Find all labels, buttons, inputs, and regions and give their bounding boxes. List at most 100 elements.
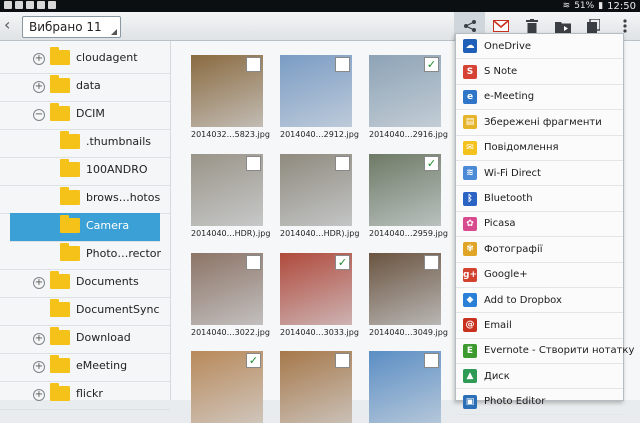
select-checkbox[interactable] bbox=[246, 57, 261, 72]
trash-icon bbox=[525, 19, 538, 33]
notification-icon bbox=[4, 1, 12, 9]
file-item[interactable]: ✓ 2014040…3033.jpg bbox=[280, 253, 359, 337]
notification-icon bbox=[48, 1, 56, 9]
share-menu-item[interactable]: ✿ Picasa bbox=[456, 212, 623, 238]
file-name: 2014040…HDR).jpg bbox=[280, 229, 360, 238]
file-item[interactable]: ✓ 2014040…2959.jpg bbox=[369, 154, 448, 238]
more-vertical-icon bbox=[622, 19, 627, 33]
select-checkbox[interactable] bbox=[246, 255, 261, 270]
photo-thumbnail[interactable] bbox=[369, 351, 441, 423]
photo-thumbnail[interactable] bbox=[369, 253, 441, 325]
select-checkbox[interactable] bbox=[335, 156, 350, 171]
select-checkbox[interactable] bbox=[335, 353, 350, 368]
share-menu-item[interactable]: ◆ Add to Dropbox bbox=[456, 288, 623, 314]
folder-row-data[interactable]: + data bbox=[0, 73, 170, 102]
select-checkbox[interactable] bbox=[424, 255, 439, 270]
share-menu-item[interactable]: ≋ Wi-Fi Direct bbox=[456, 161, 623, 187]
folder-tree: + cloudagent + data − DCIM .thumbnails 1… bbox=[0, 41, 171, 410]
collapse-icon[interactable]: − bbox=[33, 109, 45, 121]
share-menu-item[interactable]: ✾ Фотографії bbox=[456, 237, 623, 263]
photo-thumbnail[interactable] bbox=[191, 154, 263, 226]
share-menu-item[interactable]: E Evernote - Створити нотатку bbox=[456, 339, 634, 365]
share-menu-item[interactable]: ▲ Диск bbox=[456, 364, 623, 390]
folder-row-thumbnails[interactable]: .thumbnails bbox=[0, 129, 170, 158]
share-menu-item[interactable]: e e-Meeting bbox=[456, 85, 623, 111]
share-menu-item[interactable]: @ Email bbox=[456, 313, 623, 339]
photo-thumbnail[interactable] bbox=[280, 154, 352, 226]
share-menu-item[interactable]: ▤ Збережені фрагменти bbox=[456, 110, 623, 136]
share-menu-item[interactable]: ▣ Photo Editor bbox=[456, 389, 623, 415]
folder-label: cloudagent bbox=[76, 51, 138, 64]
folder-row-flickr[interactable]: + flickr bbox=[0, 381, 170, 410]
expand-icon[interactable]: + bbox=[33, 361, 45, 373]
back-arrow-icon[interactable]: ‹ bbox=[4, 17, 10, 33]
share-menu-label: Збережені фрагменти bbox=[484, 116, 602, 128]
select-checkbox[interactable] bbox=[424, 353, 439, 368]
dropdown-triangle-icon bbox=[110, 29, 117, 35]
select-checkbox[interactable]: ✓ bbox=[424, 156, 439, 171]
share-menu-label: Email bbox=[484, 319, 512, 331]
photo-thumbnail[interactable]: ✓ bbox=[191, 351, 263, 423]
folder-label: DocumentSync bbox=[76, 303, 160, 316]
google-plus-icon: g+ bbox=[463, 267, 477, 282]
folder-row-photo-director[interactable]: Photo…rector bbox=[0, 241, 170, 270]
selection-dropdown[interactable]: Вибрано 11 bbox=[22, 16, 121, 38]
file-item[interactable] bbox=[369, 351, 441, 423]
gmail-icon bbox=[492, 20, 509, 32]
file-item[interactable]: 2014040…3022.jpg bbox=[191, 253, 270, 337]
share-menu-label: Повідомлення bbox=[484, 142, 559, 154]
folder-row-emeeting[interactable]: + eMeeting bbox=[0, 353, 170, 382]
folder-row-cloudagent[interactable]: + cloudagent bbox=[0, 45, 170, 74]
share-menu-item[interactable]: S S Note bbox=[456, 59, 623, 85]
file-item[interactable]: 2014032…5823.jpg bbox=[191, 55, 270, 139]
evernote-icon: E bbox=[463, 343, 477, 358]
folder-row-100andro[interactable]: 100ANDRO bbox=[0, 157, 170, 186]
folder-row-download[interactable]: + Download bbox=[0, 325, 170, 354]
folder-icon bbox=[50, 383, 70, 401]
file-item[interactable]: 2014040…2912.jpg bbox=[280, 55, 359, 139]
folder-row-documentsync[interactable]: DocumentSync bbox=[0, 297, 170, 326]
photo-thumbnail[interactable]: ✓ bbox=[369, 55, 441, 127]
file-item[interactable]: ✓ 2014040…2916.jpg bbox=[369, 55, 448, 139]
file-item[interactable]: 2014040…HDR).jpg bbox=[191, 154, 270, 238]
share-menu-item[interactable]: g+ Google+ bbox=[456, 263, 623, 288]
photo-thumbnail[interactable] bbox=[191, 253, 263, 325]
expand-icon[interactable]: + bbox=[33, 277, 45, 289]
select-checkbox[interactable] bbox=[246, 156, 261, 171]
photo-thumbnail[interactable]: ✓ bbox=[280, 253, 352, 325]
folder-icon bbox=[50, 271, 70, 289]
folder-label: data bbox=[76, 79, 101, 92]
photo-thumbnail[interactable] bbox=[280, 351, 352, 423]
file-item[interactable]: 2014040…3049.jpg bbox=[369, 253, 448, 337]
folder-move-icon bbox=[554, 21, 571, 33]
expand-icon[interactable]: + bbox=[33, 389, 45, 401]
file-item[interactable]: ✓ bbox=[191, 351, 263, 423]
share-menu-item[interactable]: ☁ OneDrive bbox=[456, 34, 623, 60]
share-menu: ☁ OneDrive S S Note e e-Meeting ▤ Збережені фра… bbox=[455, 33, 634, 415]
file-item[interactable]: 2014040…HDR).jpg bbox=[280, 154, 360, 238]
folder-row-documents[interactable]: + Documents bbox=[0, 269, 170, 298]
expand-icon[interactable]: + bbox=[33, 333, 45, 345]
share-icon bbox=[463, 20, 476, 32]
file-item[interactable] bbox=[280, 351, 352, 423]
selection-count: Вибрано 11 bbox=[29, 20, 102, 34]
folder-label: 100ANDRO bbox=[86, 163, 148, 176]
dropbox-icon: ◆ bbox=[463, 293, 477, 308]
folder-row-browser-photos[interactable]: brows…hotos bbox=[0, 185, 170, 214]
photo-thumbnail[interactable]: ✓ bbox=[369, 154, 441, 226]
expand-icon[interactable]: + bbox=[33, 53, 45, 65]
share-menu-item[interactable]: ✉ Повідомлення bbox=[456, 136, 623, 161]
photo-thumbnail[interactable] bbox=[191, 55, 263, 127]
copy-icon bbox=[587, 19, 600, 33]
select-checkbox[interactable]: ✓ bbox=[335, 255, 350, 270]
share-menu-item[interactable]: ᛒ Bluetooth bbox=[456, 186, 623, 212]
photo-thumbnail[interactable] bbox=[280, 55, 352, 127]
folder-row-camera[interactable]: Camera bbox=[10, 213, 160, 242]
expand-icon[interactable]: + bbox=[33, 81, 45, 93]
folder-icon bbox=[60, 131, 80, 149]
select-checkbox[interactable] bbox=[335, 57, 350, 72]
folder-label: brows…hotos bbox=[86, 191, 161, 204]
select-checkbox[interactable]: ✓ bbox=[424, 57, 439, 72]
folder-row-dcim[interactable]: − DCIM bbox=[0, 101, 170, 130]
select-checkbox[interactable]: ✓ bbox=[246, 353, 261, 368]
